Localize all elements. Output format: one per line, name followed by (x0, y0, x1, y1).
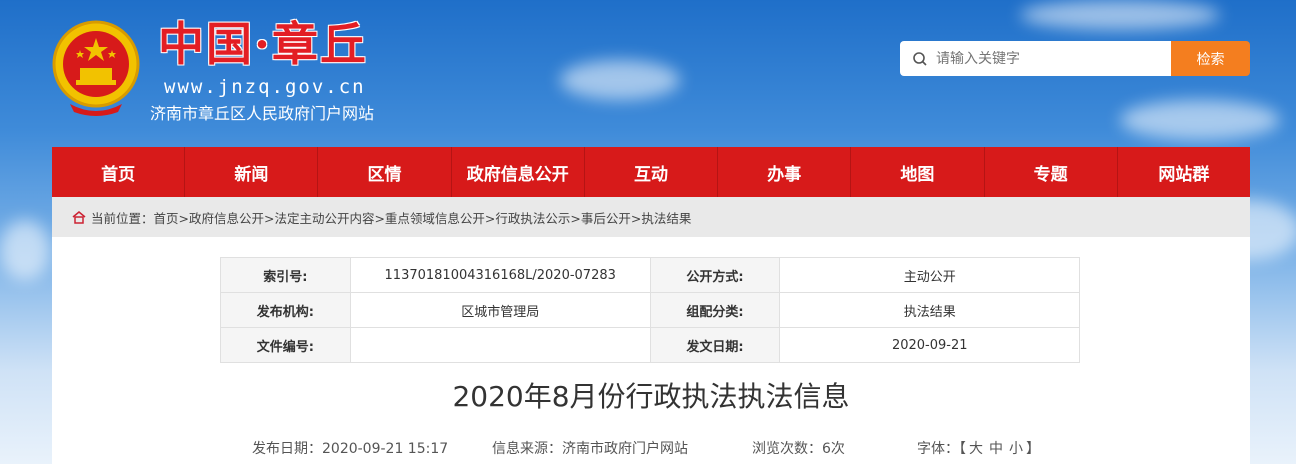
table-row: 索引号: 11370181004316168L/2020-07283 公开方式:… (220, 257, 1080, 293)
meta-value: 区城市管理局 (349, 292, 651, 328)
search-icon (913, 51, 927, 66)
meta-label: 索引号: (220, 257, 351, 293)
article-title: 2020年8月份行政执法执法信息 (452, 380, 850, 413)
search-input[interactable] (936, 50, 1156, 67)
breadcrumb-text[interactable]: 当前位置：首页>政府信息公开>法定主动公开内容>重点领域信息公开>行政执法公示>… (91, 208, 691, 227)
meta-label: 组配分类: (649, 292, 781, 328)
cloud-decoration (1120, 100, 1280, 140)
main-content: 索引号: 11370181004316168L/2020-07283 公开方式:… (52, 237, 1250, 464)
meta-label: 公开方式: (649, 257, 781, 293)
meta-value (349, 327, 651, 363)
font-size-close: 】 (1026, 441, 1040, 457)
meta-label: 发文日期: (649, 327, 781, 363)
site-title: 中国·章丘 (158, 17, 369, 71)
nav-item-gov-info[interactable]: 政府信息公开 (452, 147, 585, 197)
meta-label: 文件编号: (220, 327, 351, 363)
national-emblem-logo (50, 18, 142, 118)
cloud-decoration (1020, 0, 1220, 30)
nav-item-interaction[interactable]: 互动 (585, 147, 719, 197)
search-bar: 检索 (900, 41, 1250, 76)
meta-label: 发布机构: (220, 292, 351, 328)
meta-value: 执法结果 (779, 292, 1080, 328)
cloud-decoration (0, 220, 50, 280)
site-subtitle: 济南市章丘区人民政府门户网站 (150, 104, 375, 123)
nav-item-district[interactable]: 区情 (318, 147, 452, 197)
cloud-decoration (560, 60, 680, 100)
nav-item-news[interactable]: 新闻 (185, 147, 319, 197)
meta-value: 主动公开 (779, 257, 1080, 293)
nav-item-topics[interactable]: 专题 (985, 147, 1118, 197)
font-large-button[interactable]: 大 (969, 438, 983, 458)
table-row: 发布机构: 区城市管理局 组配分类: 执法结果 (220, 292, 1080, 328)
site-url: www.jnzq.gov.cn (164, 76, 366, 98)
nav-item-map[interactable]: 地图 (851, 147, 985, 197)
document-meta-table: 索引号: 11370181004316168L/2020-07283 公开方式:… (220, 257, 1080, 363)
font-size-label: 字体：【 (917, 441, 966, 457)
font-small-button[interactable]: 小 (1009, 438, 1023, 458)
table-row: 文件编号: 发文日期: 2020-09-21 (220, 327, 1080, 363)
breadcrumb: 当前位置：首页>政府信息公开>法定主动公开内容>重点领域信息公开>行政执法公示>… (52, 197, 1250, 237)
info-source: 信息来源：济南市政府门户网站 (492, 441, 688, 457)
article-meta: 发布日期：2020-09-21 15:17 信息来源：济南市政府门户网站 浏览次… (252, 438, 1040, 458)
nav-item-services[interactable]: 办事 (718, 147, 852, 197)
search-button[interactable]: 检索 (1171, 41, 1250, 76)
nav-item-home[interactable]: 首页 (52, 147, 186, 197)
nav-item-site-group[interactable]: 网站群 (1118, 147, 1250, 197)
font-medium-button[interactable]: 中 (989, 438, 1003, 458)
meta-value: 11370181004316168L/2020-07283 (349, 257, 651, 293)
view-count: 浏览次数：6次 (752, 441, 845, 457)
home-icon (72, 210, 86, 224)
main-nav: 首页 新闻 区情 政府信息公开 互动 办事 地图 专题 网站群 (52, 147, 1250, 197)
search-box (900, 41, 1171, 76)
publish-date: 发布日期：2020-09-21 15:17 (252, 441, 449, 457)
meta-value: 2020-09-21 (779, 327, 1080, 363)
